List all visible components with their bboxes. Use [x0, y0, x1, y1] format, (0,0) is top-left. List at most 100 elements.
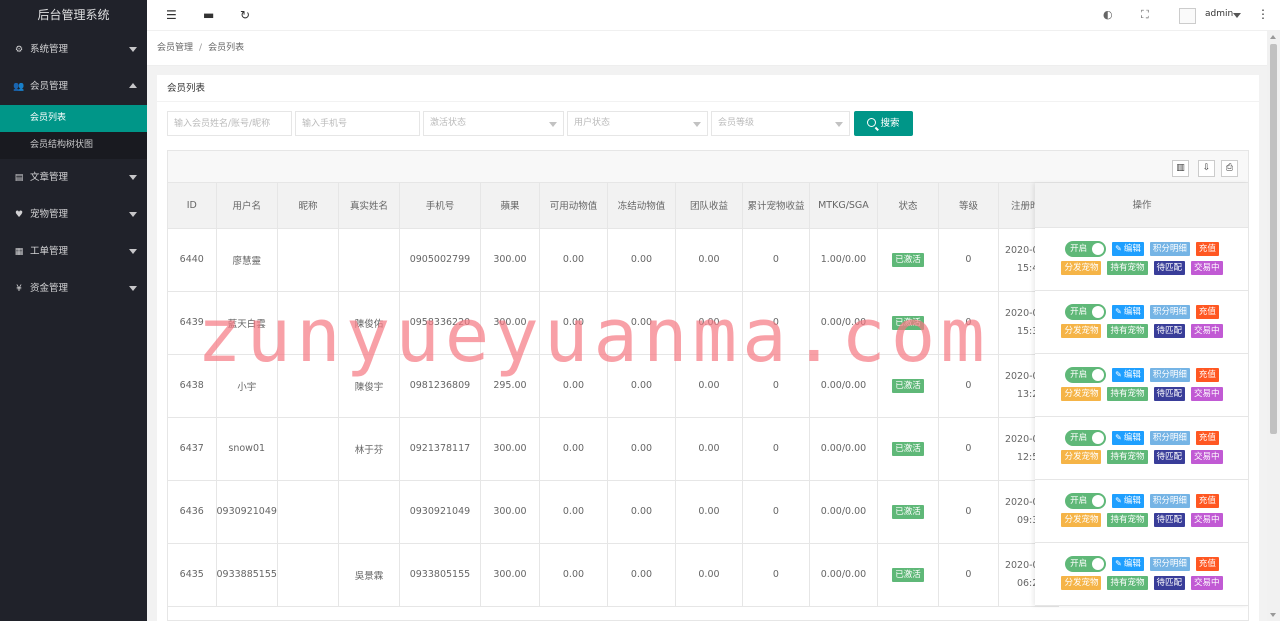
points-detail-button-label: 积分明细	[1152, 433, 1187, 443]
name-search-input[interactable]	[167, 111, 292, 136]
sidebar-item-member-list[interactable]: 会员列表	[0, 105, 147, 132]
edit-button[interactable]: ✎ 编辑	[1112, 368, 1144, 382]
points-detail-button[interactable]: 积分明细	[1149, 431, 1190, 445]
recharge-button[interactable]: 充值	[1195, 242, 1219, 256]
status-toggle[interactable]: 开启	[1065, 241, 1107, 257]
pending-match-button[interactable]: 待匹配	[1153, 387, 1186, 401]
export-icon[interactable]: ⇩	[1198, 160, 1215, 177]
scroll-down-icon[interactable]	[1270, 613, 1276, 617]
status-toggle[interactable]: 开启	[1065, 367, 1107, 383]
breadcrumb: 会员管理 / 会员列表	[147, 31, 1267, 66]
distribute-pet-button[interactable]: 分发宠物	[1061, 324, 1102, 338]
columns-filter-icon[interactable]: ▥	[1172, 160, 1189, 177]
edit-button[interactable]: ✎ 编辑	[1112, 494, 1144, 508]
points-detail-button[interactable]: 积分明细	[1149, 368, 1190, 382]
edit-button[interactable]: ✎ 编辑	[1112, 557, 1144, 571]
col-header-fruit[interactable]: 蘋果	[480, 183, 540, 229]
holding-pet-button[interactable]: 持有宠物	[1107, 576, 1148, 590]
message-icon[interactable]: ▬	[203, 8, 214, 22]
menu-collapse-icon[interactable]: ☰	[166, 8, 177, 22]
sidebar-item-pets[interactable]: ♥ 宠物管理	[0, 196, 147, 233]
pending-match-button[interactable]: 待匹配	[1153, 324, 1186, 338]
col-header-id[interactable]: ID	[168, 183, 217, 229]
cell-mtkg: 0.00/0.00	[809, 543, 878, 607]
cell-id: 6435	[168, 543, 217, 607]
sidebar-item-articles[interactable]: ▤ 文章管理	[0, 159, 147, 196]
edit-button[interactable]: ✎ 编辑	[1112, 305, 1144, 319]
activation-status-select[interactable]: 激活状态	[423, 111, 564, 136]
pending-match-button[interactable]: 待匹配	[1153, 576, 1186, 590]
breadcrumb-members[interactable]: 会员管理	[157, 43, 193, 53]
distribute-pet-button[interactable]: 分发宠物	[1061, 261, 1102, 275]
print-icon[interactable]: ⎙	[1221, 160, 1238, 177]
col-header-status[interactable]: 状态	[877, 183, 939, 229]
sidebar-item-funds[interactable]: ¥ 资金管理	[0, 270, 147, 307]
col-header-mtkg[interactable]: MTKG/SGA	[809, 183, 878, 229]
search-button-label: 搜索	[880, 118, 900, 129]
pending-match-button[interactable]: 待匹配	[1153, 513, 1186, 527]
points-detail-button[interactable]: 积分明细	[1149, 494, 1190, 508]
points-detail-button[interactable]: 积分明细	[1149, 242, 1190, 256]
holding-pet-button[interactable]: 持有宠物	[1107, 387, 1148, 401]
trading-button[interactable]: 交易中	[1191, 261, 1223, 275]
member-level-select[interactable]: 会员等级	[711, 111, 850, 136]
distribute-pet-button[interactable]: 分发宠物	[1061, 450, 1102, 464]
col-header-accum[interactable]: 累计宠物收益	[742, 183, 810, 229]
distribute-pet-button[interactable]: 分发宠物	[1061, 387, 1102, 401]
distribute-pet-button[interactable]: 分发宠物	[1061, 513, 1102, 527]
trading-button[interactable]: 交易中	[1191, 324, 1223, 338]
col-header-username[interactable]: 用户名	[216, 183, 278, 229]
refresh-icon[interactable]: ↻	[240, 8, 250, 22]
recharge-button[interactable]: 充值	[1195, 305, 1219, 319]
holding-pet-button[interactable]: 持有宠物	[1107, 450, 1148, 464]
distribute-pet-button[interactable]: 分发宠物	[1061, 576, 1102, 590]
holding-pet-button[interactable]: 持有宠物	[1107, 324, 1148, 338]
scroll-up-icon[interactable]	[1270, 35, 1276, 39]
col-header-team[interactable]: 团队收益	[675, 183, 743, 229]
cell-nickname	[277, 480, 339, 544]
edit-button[interactable]: ✎ 编辑	[1112, 242, 1144, 256]
col-header-nickname[interactable]: 昵称	[277, 183, 339, 229]
pending-match-button[interactable]: 待匹配	[1153, 261, 1186, 275]
col-header-level[interactable]: 等级	[938, 183, 999, 229]
recharge-button[interactable]: 充值	[1195, 557, 1219, 571]
sidebar-item-member-tree[interactable]: 会员结构树状图	[0, 132, 147, 159]
sidebar-item-tickets[interactable]: ▦ 工单管理	[0, 233, 147, 270]
trading-button[interactable]: 交易中	[1191, 387, 1223, 401]
user-name[interactable]: admin	[1205, 9, 1233, 19]
holding-pet-button[interactable]: 持有宠物	[1107, 513, 1148, 527]
trading-button[interactable]: 交易中	[1191, 576, 1223, 590]
points-detail-button[interactable]: 积分明细	[1149, 557, 1190, 571]
col-header-realname[interactable]: 真实姓名	[338, 183, 400, 229]
status-toggle[interactable]: 开启	[1065, 304, 1107, 320]
edit-button[interactable]: ✎ 编辑	[1112, 431, 1144, 445]
fullscreen-icon[interactable]: ⛶	[1141, 8, 1149, 22]
sidebar-item-members[interactable]: 👥 会员管理	[0, 68, 147, 105]
points-detail-button[interactable]: 积分明细	[1149, 305, 1190, 319]
col-header-available[interactable]: 可用动物值	[539, 183, 608, 229]
col-header-phone[interactable]: 手机号	[399, 183, 481, 229]
scrollbar-thumb[interactable]	[1270, 44, 1277, 434]
pending-match-button[interactable]: 待匹配	[1153, 450, 1186, 464]
trading-button[interactable]: 交易中	[1191, 450, 1223, 464]
theme-icon[interactable]: ◐	[1103, 8, 1113, 22]
trading-button[interactable]: 交易中	[1191, 513, 1223, 527]
phone-search-input[interactable]	[295, 111, 420, 136]
status-toggle[interactable]: 开启	[1065, 556, 1107, 572]
recharge-button[interactable]: 充值	[1195, 368, 1219, 382]
search-button[interactable]: 搜索	[854, 111, 913, 136]
holding-pet-button[interactable]: 持有宠物	[1107, 261, 1148, 275]
sidebar-item-system[interactable]: ⚙ 系统管理	[0, 31, 147, 68]
status-toggle[interactable]: 开启	[1065, 493, 1107, 509]
avatar[interactable]	[1179, 8, 1196, 24]
col-header-frozen[interactable]: 冻结动物值	[607, 183, 676, 229]
more-vertical-icon[interactable]: ⋮	[1257, 7, 1269, 21]
status-toggle[interactable]: 开启	[1065, 430, 1107, 446]
user-status-select[interactable]: 用户状态	[567, 111, 708, 136]
caret-down-icon[interactable]	[1233, 13, 1241, 18]
chevron-down-icon	[129, 212, 137, 217]
page-scrollbar[interactable]	[1267, 31, 1280, 621]
cell-accum: 0	[742, 291, 810, 355]
recharge-button[interactable]: 充值	[1195, 431, 1219, 445]
recharge-button[interactable]: 充值	[1195, 494, 1219, 508]
